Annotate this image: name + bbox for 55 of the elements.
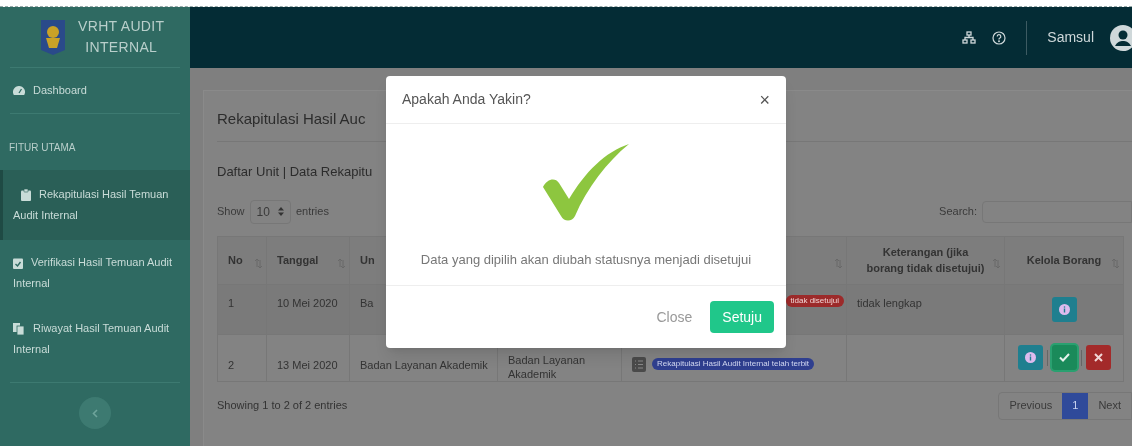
show-label: Show (217, 204, 245, 220)
sidebar-item[interactable]: Dashboard (0, 72, 190, 109)
search-label: Search: (939, 204, 977, 220)
reject-button[interactable] (1085, 345, 1111, 370)
table-cell: 13 Mei 2020 (277, 358, 338, 371)
network-icon[interactable] (962, 30, 977, 45)
close-button[interactable]: Close (650, 301, 699, 333)
status-badge: tidak disetujui (785, 294, 844, 307)
sidebar-item[interactable]: Verifikasi Hasil Temuan Audit Internal (0, 244, 190, 302)
section-title: Daftar Unit | Data Rekapitu (217, 163, 374, 181)
clipboard-check-icon (13, 257, 23, 270)
brand-name: VRHT AUDIT INTERNAL (78, 17, 165, 57)
section-heading: FITUR UTAMA (9, 142, 76, 153)
gauge-icon (13, 85, 25, 97)
list-icon (632, 356, 646, 372)
dialog-title: Apakah Anda Yakin? (402, 90, 531, 109)
table-cell: tidak lengkap (857, 296, 922, 309)
entries-info: Showing 1 to 2 of 2 entries (217, 398, 348, 414)
pagination-button[interactable]: 1 (1062, 392, 1089, 419)
dialog-message: Data yang dipilih akan diubah statusnya menjadi disetujui (420, 251, 752, 269)
close-button[interactable]: × (759, 90, 770, 109)
page-title: Rekapitulasi Hasil Auc (217, 109, 367, 129)
sort-caret-icon (277, 207, 284, 216)
collapse-button[interactable] (79, 397, 111, 429)
chevron-left-icon (92, 408, 98, 418)
table-cell: 10 Mei 2020 (277, 296, 338, 309)
sidebar-item[interactable]: Riwayat Hasil Temuan Audit Internal (0, 310, 190, 368)
approve-button[interactable] (1051, 345, 1077, 370)
avatar-icon[interactable] (1110, 24, 1132, 51)
university-logo-icon (40, 18, 66, 56)
documents-icon (13, 323, 25, 336)
entries-label: entries (295, 204, 329, 220)
help-icon[interactable] (992, 30, 1007, 45)
status-badge: Rekapitulasi Hasil Audit Internal telah terbit (652, 358, 815, 370)
confirm-button[interactable]: Setuju (710, 301, 774, 333)
info-icon (1058, 303, 1070, 315)
table-cell: Ba (360, 296, 374, 309)
user-name[interactable]: Samsul (1047, 27, 1094, 48)
table-cell: Badan Layanan Akademik (360, 358, 488, 371)
table-cell: Badan Layanan Akademik (508, 353, 586, 380)
column-header[interactable]: No (228, 251, 243, 269)
sidebar-item[interactable]: Rekapitulasi Hasil Temuan Audit Internal (0, 170, 190, 240)
info-button[interactable] (1017, 345, 1043, 370)
column-header[interactable]: Un (360, 251, 375, 269)
info-icon (1024, 352, 1036, 363)
table-cell: 2 (228, 358, 235, 371)
table-cell: 1 (228, 296, 235, 309)
pagination-button[interactable]: Next (1088, 392, 1131, 419)
close-icon (1093, 353, 1103, 362)
pagination-button[interactable]: Previous (999, 392, 1063, 419)
check-icon (1058, 353, 1070, 362)
column-header[interactable]: Tanggal (277, 251, 319, 269)
info-button[interactable] (1051, 296, 1077, 322)
page-size-select[interactable]: 10 (249, 199, 291, 224)
clipboard-icon (21, 189, 31, 202)
